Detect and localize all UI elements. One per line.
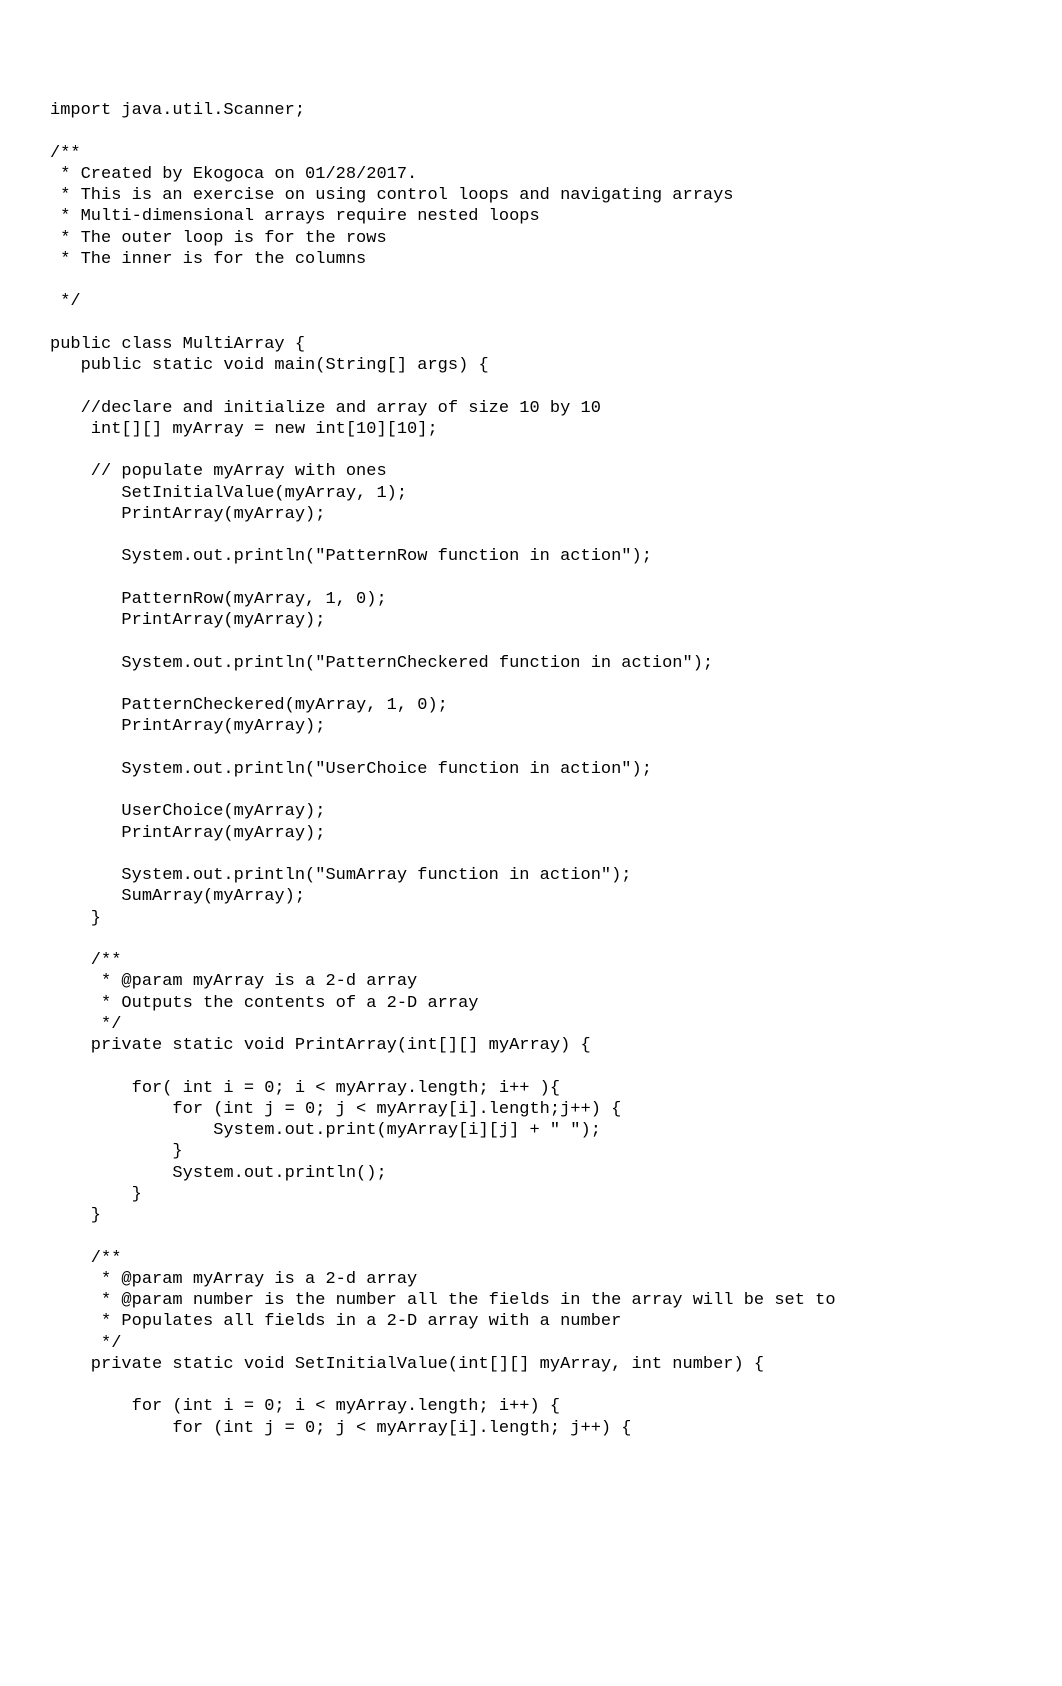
code-document: import java.util.Scanner; /** * Created … bbox=[0, 0, 1062, 1686]
code-block: import java.util.Scanner; /** * Created … bbox=[50, 100, 1012, 1439]
